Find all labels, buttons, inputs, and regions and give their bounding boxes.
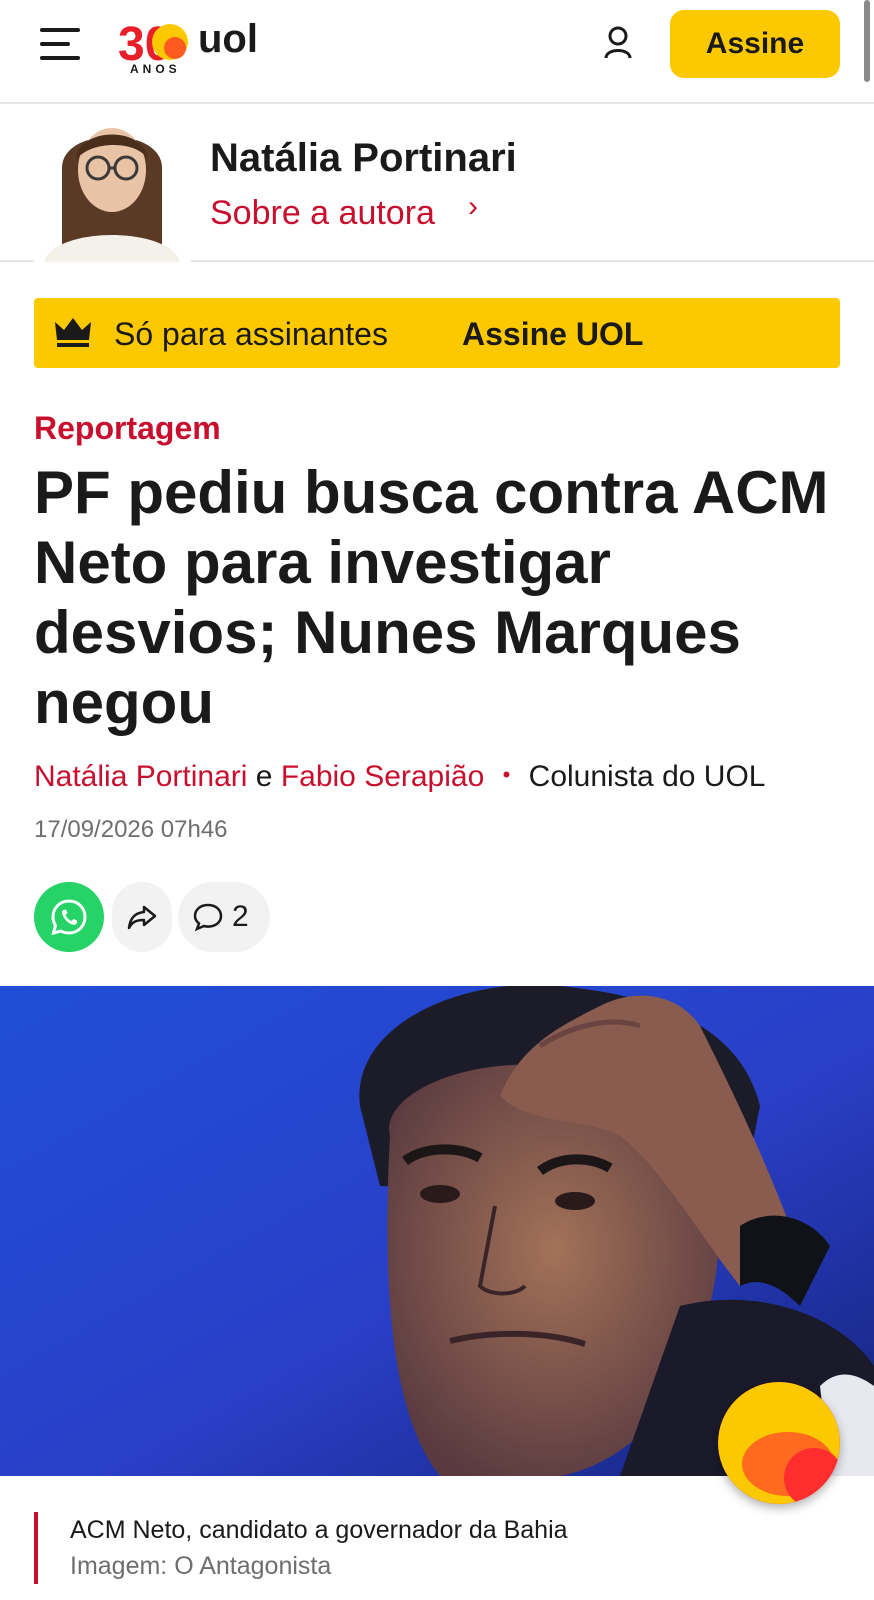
subscribers-only-text: Só para assinantes: [114, 316, 388, 352]
svg-text:uol: uol: [198, 17, 258, 61]
logo-anos-text: ANOS: [130, 62, 181, 76]
subscribers-only-banner[interactable]: Só para assinantes Assine UOL: [34, 298, 840, 368]
crown-icon: [54, 316, 92, 348]
top-bar: 30 uol ANOS Assine: [0, 0, 874, 104]
comments-button[interactable]: 2: [178, 882, 270, 952]
article-kicker[interactable]: Reportagem: [34, 410, 221, 447]
author-name: Natália Portinari: [210, 136, 517, 180]
byline: Natália Portinari e Fabio Serapião • Col…: [34, 760, 765, 794]
subscribe-button[interactable]: Assine: [670, 10, 840, 78]
share-arrow-icon: [127, 905, 157, 930]
byline-separator: •: [502, 762, 511, 787]
publish-date: 17/09/2026 07h46: [34, 816, 228, 843]
whatsapp-icon: [51, 899, 87, 936]
share-button[interactable]: [112, 882, 172, 952]
author-link-2[interactable]: Fabio Serapião: [281, 760, 484, 793]
scrollbar[interactable]: [864, 0, 870, 82]
caption-accent-bar: [34, 1512, 38, 1584]
article-headline: PF pediu busca contra ACM Neto para inve…: [34, 459, 829, 736]
author-role: Colunista do UOL: [528, 760, 766, 793]
author-card: Natália Portinari Sobre a autora ›: [0, 106, 874, 262]
image-caption: ACM Neto, candidato a governador da Bahi…: [70, 1516, 568, 1544]
uol-floating-button[interactable]: [718, 1382, 840, 1504]
user-icon[interactable]: [604, 26, 632, 60]
author-link-1[interactable]: Natália Portinari: [34, 760, 247, 793]
whatsapp-share-button[interactable]: [34, 882, 104, 952]
uol-30-anos-logo[interactable]: 30 uol ANOS: [118, 12, 278, 76]
byline-joiner: e: [255, 760, 273, 793]
menu-icon[interactable]: [40, 26, 82, 62]
uol-logo-icon: [718, 1382, 840, 1504]
comment-count: 2: [232, 900, 249, 933]
chevron-right-icon[interactable]: ›: [468, 190, 478, 224]
comment-icon: [193, 903, 223, 932]
subscribe-uol-link[interactable]: Assine UOL: [462, 316, 643, 353]
author-avatar[interactable]: [34, 108, 191, 262]
about-author-link[interactable]: Sobre a autora: [210, 194, 435, 233]
image-credit: Imagem: O Antagonista: [70, 1552, 332, 1580]
